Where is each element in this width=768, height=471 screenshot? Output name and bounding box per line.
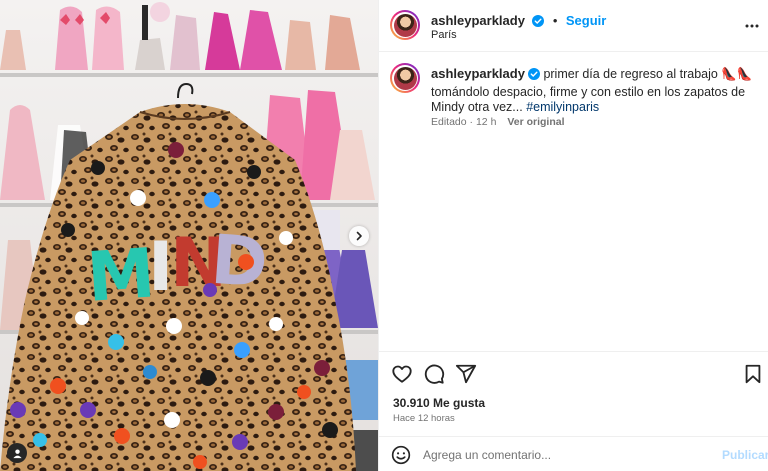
svg-text:M: M [84,234,157,318]
caption-hashtag[interactable]: #emilyinparis [526,100,599,114]
heart-icon [392,365,412,383]
chevron-right-icon [356,231,362,241]
save-button[interactable] [743,363,763,390]
comment-bar: Publicar [379,436,768,471]
emoji-icon [391,445,411,465]
tagged-users-button[interactable] [7,443,27,463]
meta-separator: · [469,116,474,128]
comment-input[interactable] [423,445,713,465]
carousel-next-button[interactable] [349,226,369,246]
separator-dot: • [552,13,558,28]
like-button[interactable] [391,363,413,390]
post-photo: M I N D [0,0,378,471]
share-button[interactable] [455,363,477,390]
publish-comment-button[interactable]: Publicar [722,448,768,462]
share-icon [455,364,477,384]
edited-label: Editado [431,116,467,128]
user-tag-icon [12,448,22,458]
post-location[interactable]: París [431,29,457,41]
post-image[interactable]: M I N D [0,0,378,471]
emoji-button[interactable] [391,445,411,470]
comment-button[interactable] [423,363,445,390]
caption-avatar[interactable] [390,63,420,93]
author-avatar[interactable] [390,10,420,40]
post-details-panel: ashleyparklady • Seguir París ashleypark… [378,0,768,471]
author-username[interactable]: ashleyparklady [431,13,525,28]
follow-button[interactable]: Seguir [566,13,606,28]
caption-meta: Editado · 12 h Ver original [431,116,565,128]
bookmark-icon [745,364,761,384]
verified-badge-icon [527,68,540,85]
post-header: ashleyparklady • Seguir París [379,0,768,52]
comment-icon [424,364,445,384]
author-row: ashleyparklady • Seguir [431,12,606,32]
post-age[interactable]: 12 h [476,116,496,128]
post-caption: ashleyparklady primer día de regreso al … [431,66,756,116]
caption-area: ashleyparklady primer día de regreso al … [379,53,768,349]
more-options-icon [745,24,759,28]
likes-count[interactable]: 30.910 Me gusta [393,396,485,410]
post-timestamp[interactable]: Hace 12 horas [393,413,455,424]
see-original-button[interactable]: Ver original [507,116,564,128]
post-actions: 30.910 Me gusta Hace 12 horas [379,351,768,443]
caption-username[interactable]: ashleyparklady [431,66,525,81]
verified-badge-icon [532,14,545,32]
more-options-button[interactable] [745,19,759,38]
